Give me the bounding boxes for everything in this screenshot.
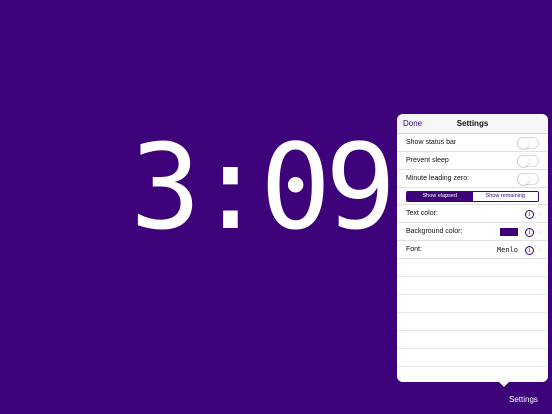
font-value: Menlo: [496, 246, 518, 254]
popover-title: Settings: [456, 119, 489, 128]
row-show-status-bar: Show status bar: [397, 134, 548, 152]
background-color-swatch: [500, 228, 518, 236]
empty-row: [397, 367, 548, 382]
chevron-right-icon: ›: [538, 246, 541, 254]
settings-button[interactable]: Settings: [509, 395, 538, 404]
row-font[interactable]: Font: Menlo i ›: [397, 241, 548, 259]
font-accessory: Menlo i ›: [497, 241, 542, 259]
empty-row: [397, 259, 548, 277]
show-status-bar-label: Show status bar: [406, 139, 457, 146]
prevent-sleep-label: Prevent sleep: [406, 157, 449, 164]
empty-row: [397, 277, 548, 295]
background-color-accessory: i ›: [500, 223, 542, 241]
timer-screen: 3:09 Done Settings Show status bar Preve…: [0, 0, 552, 414]
display-mode-segmented-control: Show elapsed Show remaining: [406, 190, 539, 202]
empty-row: [397, 313, 548, 331]
font-label: Font:: [406, 246, 422, 253]
popover-arrow: [498, 381, 510, 387]
info-icon[interactable]: i: [525, 209, 534, 219]
toggle-knob: [518, 156, 529, 167]
show-status-bar-toggle[interactable]: [517, 137, 539, 149]
segment-show-elapsed[interactable]: Show elapsed: [407, 191, 473, 201]
minute-leading-zero-toggle[interactable]: [517, 173, 539, 185]
toggle-knob: [518, 174, 529, 185]
empty-row: [397, 295, 548, 313]
row-background-color[interactable]: Background color: i ›: [397, 223, 548, 241]
popover-header: Done Settings: [397, 114, 548, 134]
text-color-accessory: i ›: [525, 205, 542, 223]
row-prevent-sleep: Prevent sleep: [397, 152, 548, 170]
minute-leading-zero-label: Minute leading zero:: [406, 175, 470, 182]
display-mode-row: Show elapsed Show remaining: [397, 188, 548, 205]
info-icon[interactable]: i: [525, 227, 534, 237]
background-color-label: Background color:: [406, 228, 463, 235]
empty-row: [397, 331, 548, 349]
text-color-label: Text color:: [406, 210, 438, 217]
settings-popover: Done Settings Show status bar Prevent sl…: [397, 114, 548, 382]
chevron-right-icon: ›: [538, 228, 541, 236]
toggle-knob: [518, 138, 529, 149]
row-minute-leading-zero: Minute leading zero:: [397, 170, 548, 188]
empty-row: [397, 349, 548, 367]
info-icon[interactable]: i: [525, 245, 534, 255]
clock-display: 3:09: [130, 118, 396, 256]
chevron-right-icon: ›: [538, 210, 541, 218]
row-text-color[interactable]: Text color: i ›: [397, 205, 548, 223]
segment-show-remaining[interactable]: Show remaining: [472, 191, 538, 201]
prevent-sleep-toggle[interactable]: [517, 155, 539, 167]
